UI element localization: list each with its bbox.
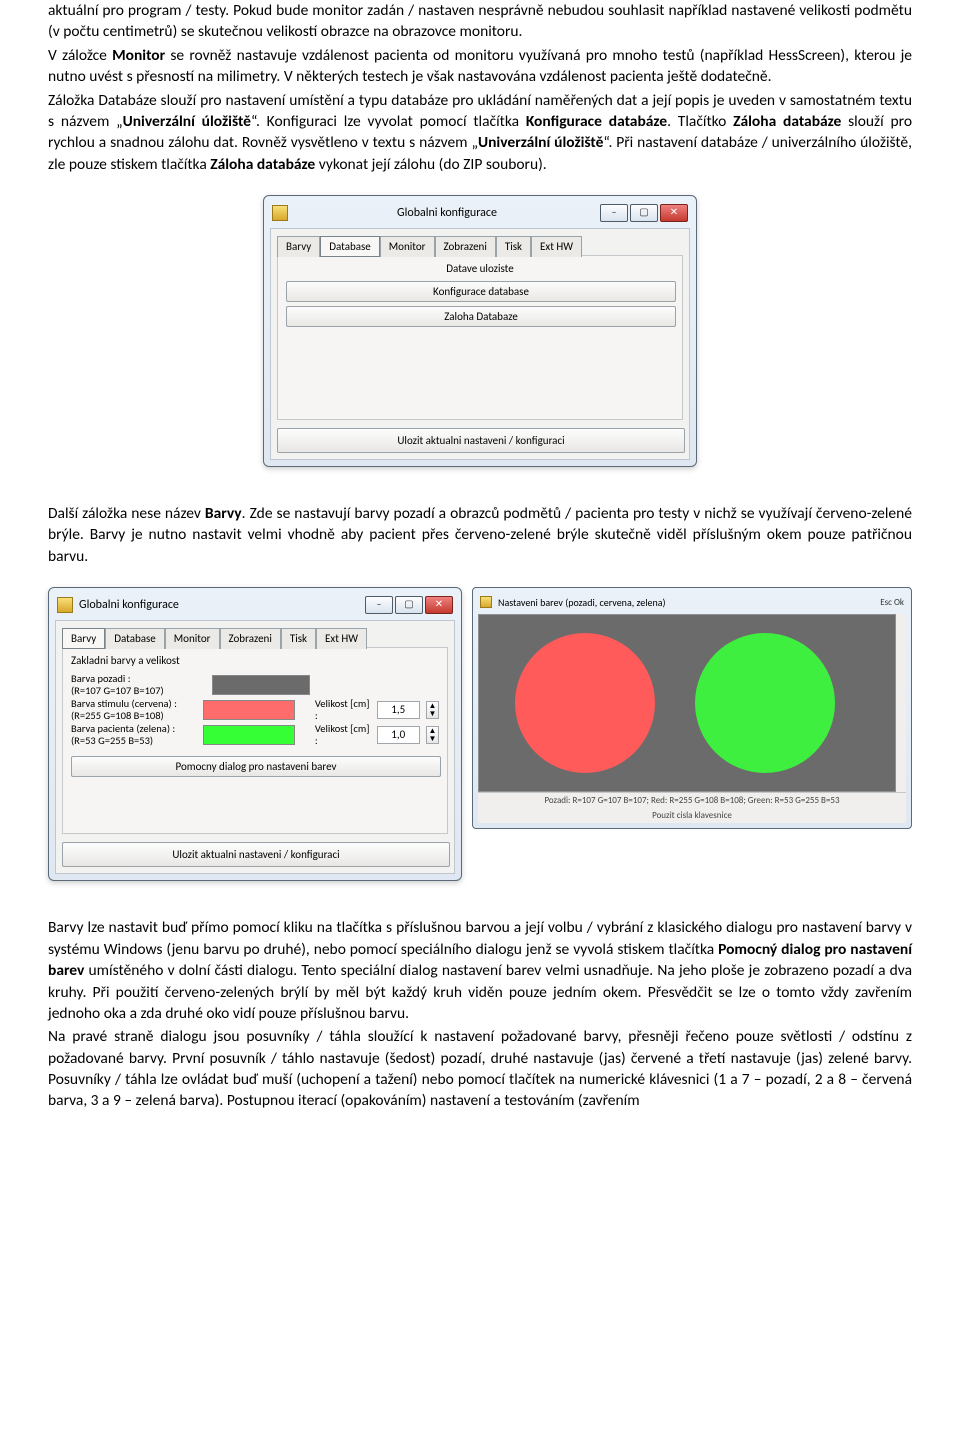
tab-database[interactable]: Database <box>105 628 165 649</box>
group-title: Datave uloziste <box>286 262 674 275</box>
group-colors: Zakladni barvy a velikost Barva pozadi :… <box>62 647 448 834</box>
group-title: Zakladni barvy a velikost <box>71 654 439 667</box>
tab-barvy[interactable]: Barvy <box>62 628 105 649</box>
color-preview-window: Nastaveni barev (pozadi, cervena, zelena… <box>472 587 912 829</box>
minimize-button[interactable]: – <box>365 596 393 614</box>
app-icon <box>272 205 288 221</box>
tab-zobrazeni[interactable]: Zobrazeni <box>220 628 281 649</box>
minimize-button[interactable]: – <box>600 204 628 222</box>
save-config-button[interactable]: Ulozit aktualni nastaveni / konfiguraci <box>277 428 685 453</box>
preview-canvas <box>478 614 896 792</box>
maximize-button[interactable]: ▢ <box>395 596 423 614</box>
tab-strip: Barvy Database Monitor Zobrazeni Tisk Ex… <box>62 627 448 648</box>
stimulus-color-label: Barva stimulu (cervena) :(R=255 G=108 B=… <box>71 698 197 721</box>
tab-strip: Barvy Database Monitor Zobrazeni Tisk Ex… <box>277 235 683 256</box>
close-button[interactable]: ✕ <box>425 596 453 614</box>
preview-actions[interactable]: Esc Ok <box>880 597 904 608</box>
patient-color-swatch[interactable] <box>203 725 295 745</box>
tab-database[interactable]: Database <box>320 236 380 257</box>
stimulus-size-label: Velikost [cm] : <box>315 698 371 721</box>
config-dialog-database: Globalni konfigurace – ▢ ✕ Barvy Databas… <box>263 195 697 467</box>
config-dialog-colors: Globalni konfigurace – ▢ ✕ Barvy Databas… <box>48 587 462 881</box>
tab-exthw[interactable]: Ext HW <box>316 628 367 649</box>
tab-zobrazeni[interactable]: Zobrazeni <box>435 236 496 257</box>
green-circle <box>695 633 835 773</box>
tab-tisk[interactable]: Tisk <box>496 236 531 257</box>
backup-db-button[interactable]: Zaloha Databaze <box>286 306 676 327</box>
preview-title: Nastaveni barev (pozadi, cervena, zelena… <box>498 596 880 609</box>
patient-color-label: Barva pacienta (zelena) :(R=53 G=255 B=5… <box>71 723 197 746</box>
body-text: Barvy lze nastavit buď přímo pomocí klik… <box>48 917 912 1024</box>
app-icon <box>57 597 73 613</box>
tab-monitor[interactable]: Monitor <box>380 236 435 257</box>
body-text: Další záložka nese název Barvy. Zde se n… <box>48 503 912 567</box>
configure-db-button[interactable]: Konfigurace database <box>286 281 676 302</box>
body-text: Záložka Databáze slouží pro nastavení um… <box>48 90 912 176</box>
tab-monitor[interactable]: Monitor <box>165 628 220 649</box>
stimulus-size-spinner[interactable]: ▲▼ <box>426 701 439 719</box>
patient-size-label: Velikost [cm] : <box>315 723 371 746</box>
body-text: Na pravé straně dialogu jsou posuvníky /… <box>48 1026 912 1112</box>
window-title: Globalni konfigurace <box>294 206 600 220</box>
stimulus-size-input[interactable]: 1,5 <box>377 701 420 719</box>
preview-status: Pozadi: R=107 G=107 B=107; Red: R=255 G=… <box>478 792 906 808</box>
color-helper-button[interactable]: Pomocny dialog pro nastaveni barev <box>71 756 441 777</box>
maximize-button[interactable]: ▢ <box>630 204 658 222</box>
patient-size-input[interactable]: 1,0 <box>377 726 420 744</box>
close-button[interactable]: ✕ <box>660 204 688 222</box>
tab-tisk[interactable]: Tisk <box>281 628 316 649</box>
bg-color-swatch[interactable] <box>212 675 310 695</box>
app-icon <box>480 596 492 608</box>
tab-exthw[interactable]: Ext HW <box>531 236 582 257</box>
red-circle <box>515 633 655 773</box>
preview-sliders[interactable] <box>896 614 906 792</box>
body-text: aktuální pro program / testy. Pokud bude… <box>48 0 912 43</box>
stimulus-color-swatch[interactable] <box>203 700 295 720</box>
bg-color-label: Barva pozadi :(R=107 G=107 B=107) <box>71 673 206 696</box>
group-storage: Datave uloziste Konfigurace database Zal… <box>277 255 683 420</box>
patient-size-spinner[interactable]: ▲▼ <box>426 726 439 744</box>
window-title: Globalni konfigurace <box>79 598 365 612</box>
save-config-button[interactable]: Ulozit aktualni nastaveni / konfiguraci <box>62 842 450 867</box>
preview-hint: Pouzit cisla klavesnice <box>478 808 906 823</box>
body-text: V záložce Monitor se rovněž nastavuje vz… <box>48 45 912 88</box>
tab-barvy[interactable]: Barvy <box>277 236 320 257</box>
